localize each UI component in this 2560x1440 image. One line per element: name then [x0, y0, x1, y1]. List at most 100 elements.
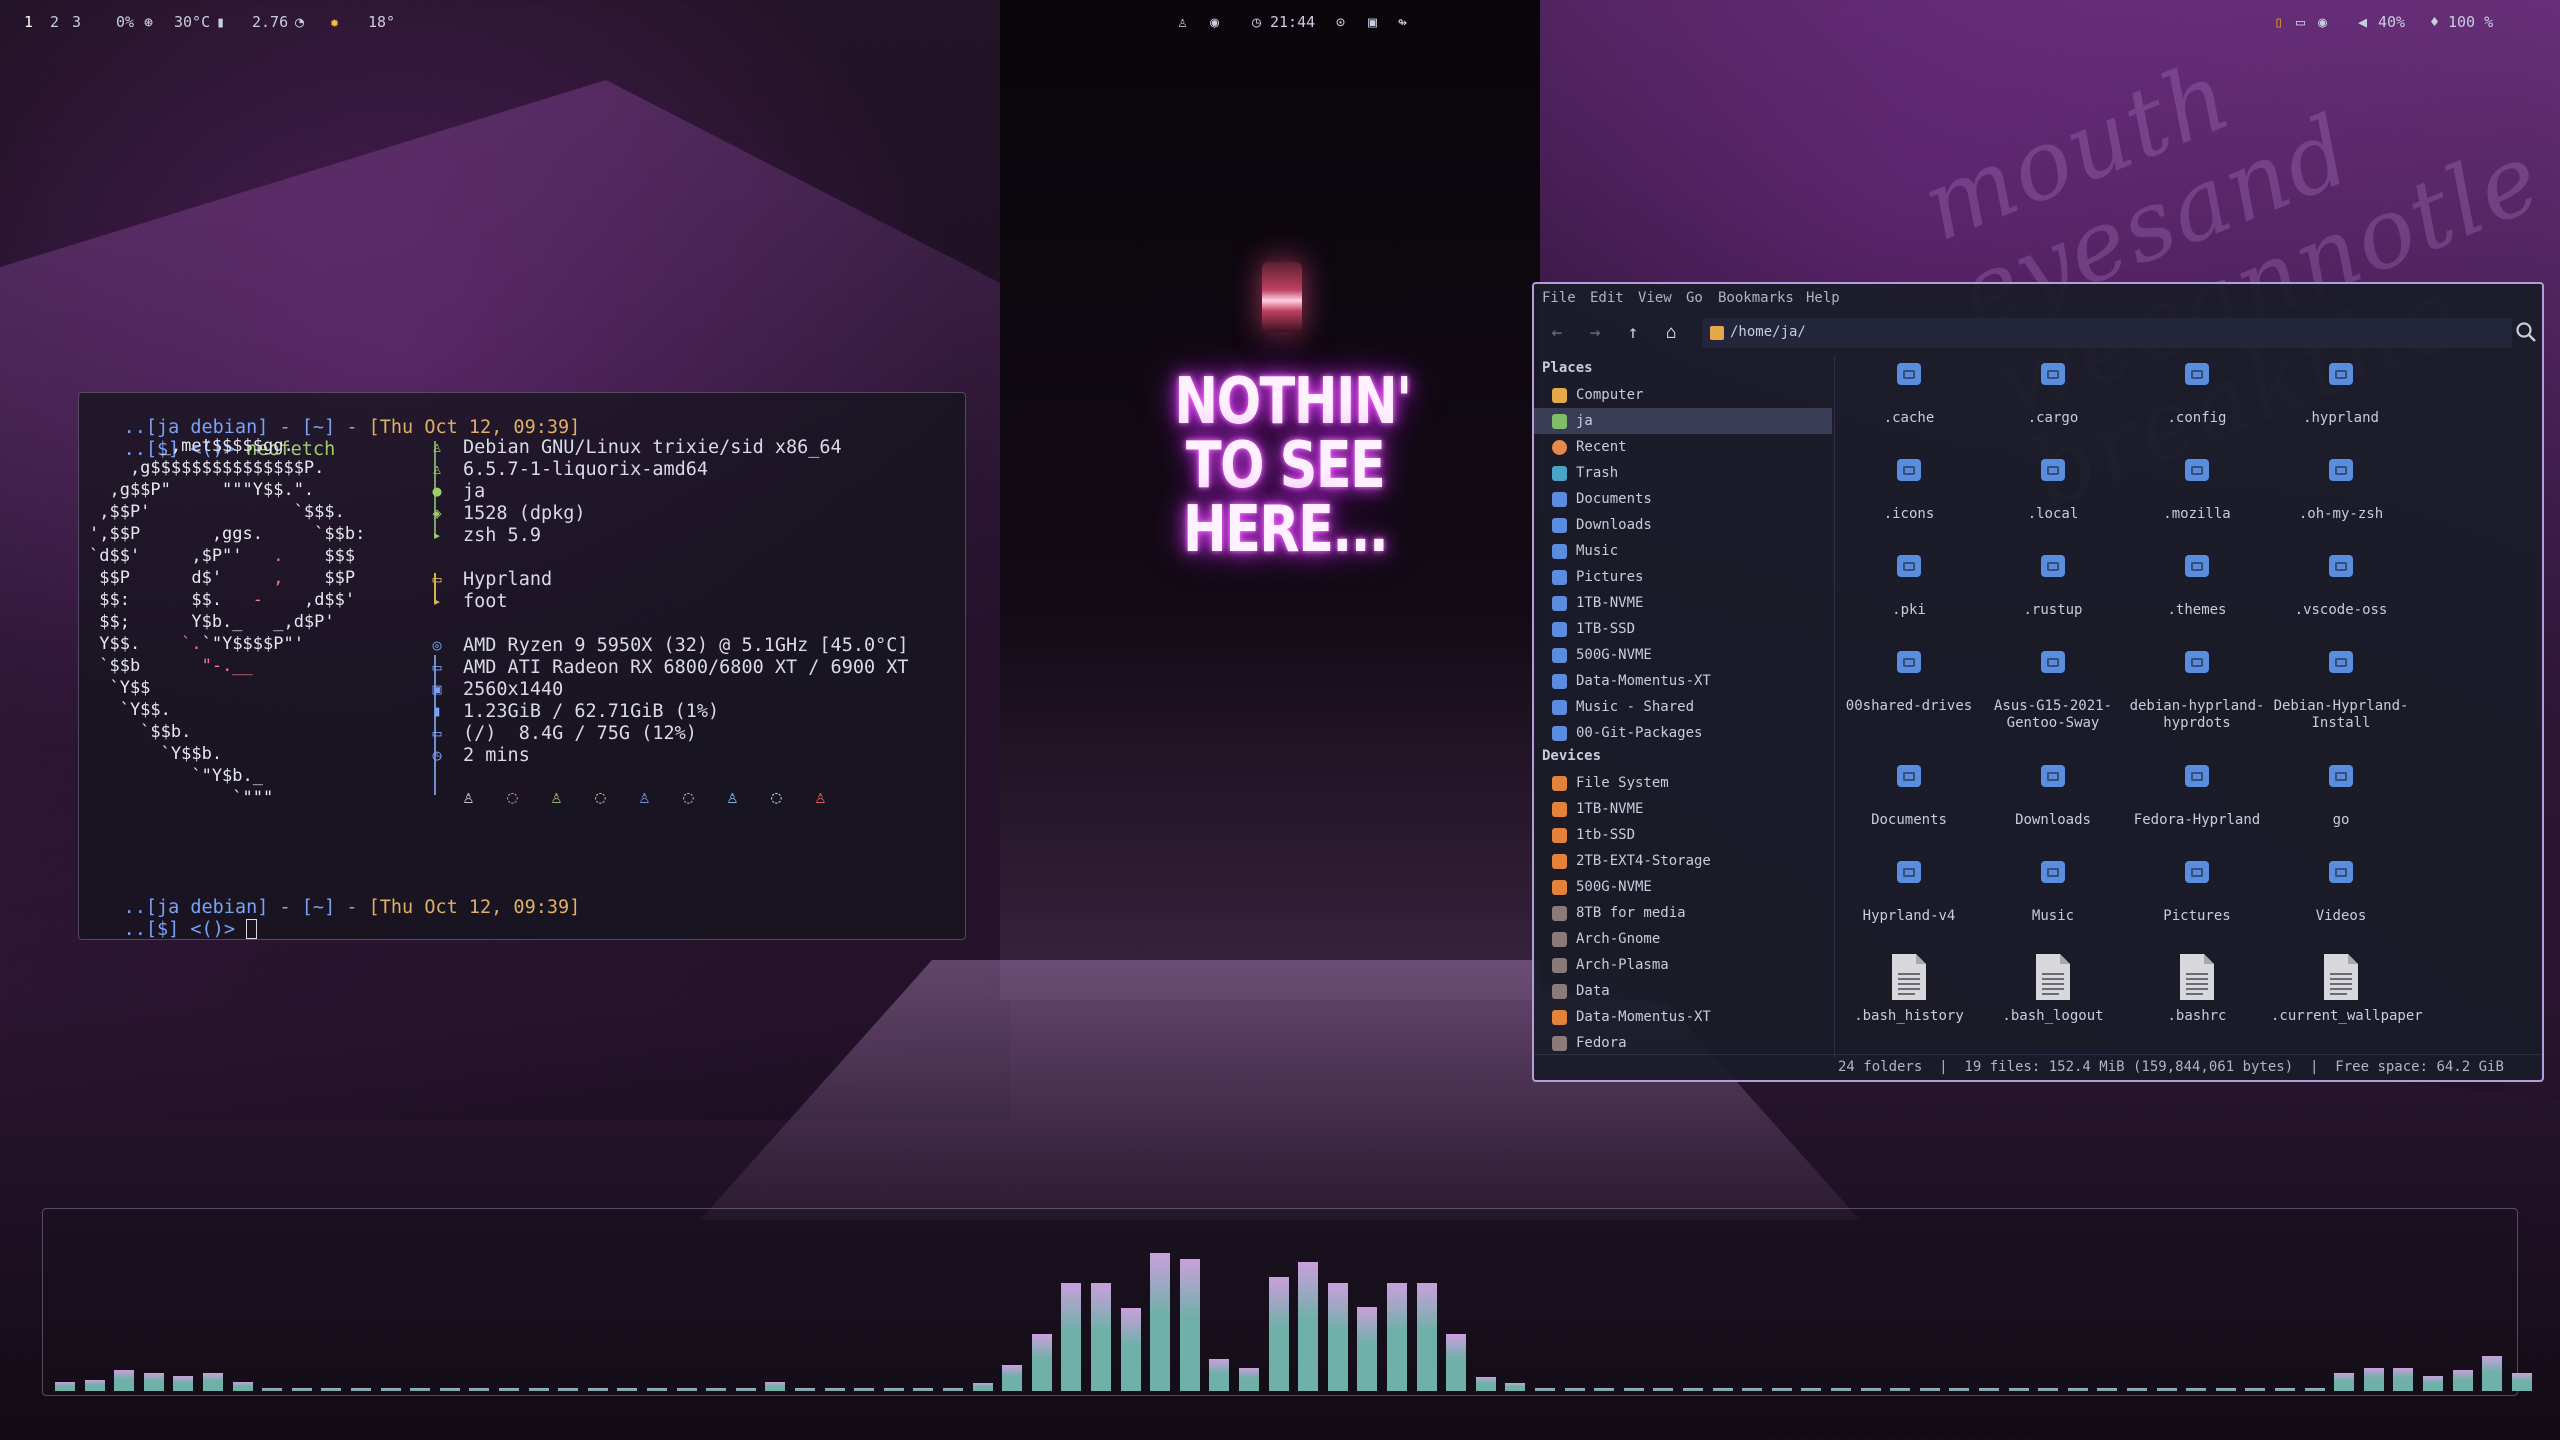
menu-edit[interactable]: Edit: [1590, 290, 1624, 306]
places-item[interactable]: Trash: [1534, 460, 1832, 486]
devices-item[interactable]: 500G-NVME: [1534, 874, 1832, 900]
folder-item[interactable]: .mozilla: [2127, 456, 2267, 523]
places-item[interactable]: Computer: [1534, 382, 1832, 408]
volume-icon[interactable]: ◀: [2358, 13, 2367, 31]
places-item-label: 00-Git-Packages: [1576, 725, 1703, 741]
file-name: .bashrc: [2167, 1008, 2227, 1024]
folder-item[interactable]: .themes: [2127, 552, 2267, 619]
places-item[interactable]: ja: [1534, 408, 1832, 434]
devices-item[interactable]: Data-Momentus-XT: [1534, 1004, 1832, 1030]
visualizer-bar: [588, 1388, 608, 1391]
workspace-2[interactable]: 2: [50, 13, 59, 31]
visualizer-bar: [1831, 1388, 1851, 1391]
text-cursor: [246, 919, 258, 939]
places-item[interactable]: Documents: [1534, 486, 1832, 512]
battery-level[interactable]: 40%: [2378, 13, 2405, 31]
folder-item[interactable]: .icons: [1839, 456, 1979, 523]
folder-icon: [1897, 651, 1921, 673]
folder-item[interactable]: Debian-Hyprland-Install: [2271, 648, 2411, 732]
visualizer-bar: [1505, 1383, 1525, 1391]
folder-item[interactable]: Videos: [2271, 858, 2411, 925]
visualizer-bar: [321, 1388, 341, 1391]
menu-view[interactable]: View: [1638, 290, 1672, 306]
places-item[interactable]: Recent: [1534, 434, 1832, 460]
folder-item[interactable]: .vscode-oss: [2271, 552, 2411, 619]
window-icon[interactable]: ▭: [2296, 13, 2305, 31]
folder-item[interactable]: .cargo: [1983, 360, 2123, 427]
menu-file[interactable]: File: [1542, 290, 1576, 306]
up-arrow-icon[interactable]: ↑: [1622, 322, 1644, 344]
visualizer-bar: [1683, 1388, 1703, 1391]
weather-temperature[interactable]: 18°: [368, 13, 395, 31]
places-item[interactable]: Downloads: [1534, 512, 1832, 538]
file-item[interactable]: .bash_history: [1839, 952, 1979, 1025]
folder-item[interactable]: Documents: [1839, 762, 1979, 829]
devices-item[interactable]: 8TB for media: [1534, 900, 1832, 926]
load-average[interactable]: 2.76: [252, 13, 288, 31]
places-item[interactable]: Data-Momentus-XT: [1534, 668, 1832, 694]
forward-arrow-icon[interactable]: →: [1584, 322, 1606, 344]
terminal-window[interactable]: ..[ja debian] - [~] - [Thu Oct 12, 09:39…: [78, 392, 966, 940]
menu-go[interactable]: Go: [1686, 290, 1703, 306]
shell-icon: ▸: [432, 526, 442, 544]
file-name: .hyprland: [2303, 410, 2379, 426]
file-item[interactable]: .current_wallpaper: [2271, 952, 2423, 1025]
folder-item[interactable]: Pictures: [2127, 858, 2267, 925]
folder-item[interactable]: .hyprland: [2271, 360, 2411, 427]
file-item[interactable]: .bashrc: [2127, 952, 2267, 1025]
temperature[interactable]: 30°C: [174, 13, 210, 31]
input-line[interactable]: ..[$] <()>: [79, 897, 258, 963]
folder-item[interactable]: .oh-my-zsh: [2271, 456, 2411, 523]
places-item[interactable]: 500G-NVME: [1534, 642, 1832, 668]
back-arrow-icon[interactable]: ←: [1546, 322, 1568, 344]
devices-item[interactable]: File System: [1534, 770, 1832, 796]
idle-inhibitor-icon[interactable]: ◉: [1210, 13, 1219, 31]
file-manager-window[interactable]: File Edit View Go Bookmarks Help ← → ↑ ⌂…: [1532, 282, 2544, 1082]
places-item[interactable]: Music: [1534, 538, 1832, 564]
workspace-3[interactable]: 3: [72, 13, 81, 31]
folder-item[interactable]: go: [2271, 762, 2411, 829]
devices-item[interactable]: Arch-Plasma: [1534, 952, 1832, 978]
folder-item[interactable]: Music: [1983, 858, 2123, 925]
folder-item[interactable]: .rustup: [1983, 552, 2123, 619]
places-item[interactable]: 1TB-SSD: [1534, 616, 1832, 642]
file-item[interactable]: .bash_logout: [1983, 952, 2123, 1025]
folder-item[interactable]: Hyprland-v4: [1839, 858, 1979, 925]
cpu-usage[interactable]: 0%: [116, 13, 134, 31]
devices-item[interactable]: 1TB-NVME: [1534, 796, 1832, 822]
devices-item[interactable]: Data: [1534, 978, 1832, 1004]
devices-item[interactable]: 2TB-EXT4-Storage: [1534, 848, 1832, 874]
devices-item[interactable]: 1tb-SSD: [1534, 822, 1832, 848]
devices-item[interactable]: Fedora: [1534, 1030, 1832, 1056]
menu-bookmarks[interactable]: Bookmarks: [1718, 290, 1794, 306]
folder-item[interactable]: Fedora-Hyprland: [2127, 762, 2267, 829]
location-bar[interactable]: /home/ja/: [1702, 318, 2512, 348]
places-item[interactable]: 1TB-NVME: [1534, 590, 1832, 616]
places-item[interactable]: 00-Git-Packages: [1534, 720, 1832, 746]
network-icon[interactable]: ◉: [2318, 13, 2327, 31]
drive-unmounted-icon: [1552, 906, 1567, 921]
folder-item[interactable]: Asus-G15-2021-Gentoo-Sway: [1983, 648, 2123, 732]
folder-item[interactable]: Downloads: [1983, 762, 2123, 829]
info-kernel: 6.5.7-1-liquorix-amd64: [463, 459, 709, 480]
folder-item[interactable]: .cache: [1839, 360, 1979, 427]
lock-icon[interactable]: ▣: [1368, 13, 1377, 31]
folder-item[interactable]: .config: [2127, 360, 2267, 427]
places-item[interactable]: Music - Shared: [1534, 694, 1832, 720]
clock[interactable]: 21:44: [1270, 13, 1315, 31]
folder-item[interactable]: debian-hyprland-hyprdots: [2127, 648, 2267, 732]
search-icon[interactable]: [2514, 320, 2538, 344]
microphone-icon[interactable]: ♦: [2430, 13, 2439, 31]
places-item[interactable]: Pictures: [1534, 564, 1832, 590]
folder-item[interactable]: 00shared-drives: [1839, 648, 1979, 715]
devices-item[interactable]: Arch-Gnome: [1534, 926, 1832, 952]
folder-item[interactable]: .local: [1983, 456, 2123, 523]
folder-item[interactable]: .pki: [1839, 552, 1979, 619]
workspace-1[interactable]: 1: [24, 13, 33, 31]
notification-icon[interactable]: ↬: [1398, 13, 1407, 31]
home-icon[interactable]: ⌂: [1660, 322, 1682, 344]
menu-help[interactable]: Help: [1806, 290, 1840, 306]
volume-level[interactable]: 100 %: [2448, 13, 2493, 31]
tux-icon[interactable]: ♙: [1178, 13, 1187, 31]
power-icon[interactable]: ⊙: [1336, 13, 1345, 31]
